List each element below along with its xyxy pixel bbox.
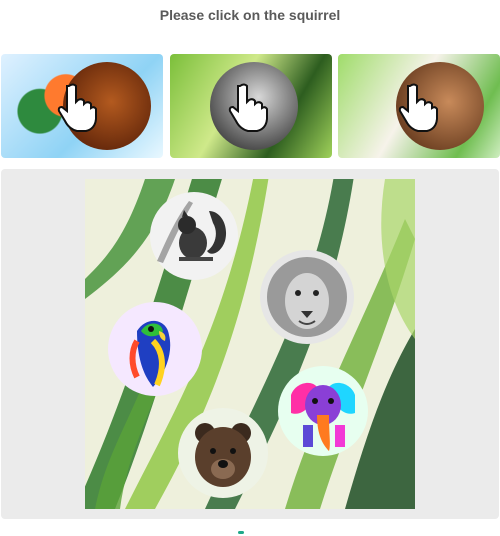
captcha-panel [1, 169, 499, 519]
pointer-hand-icon [398, 83, 438, 132]
pointer-hand-icon [57, 83, 97, 132]
captcha-prompt: Please click on the squirrel [159, 7, 341, 23]
bear-icon [178, 408, 268, 498]
example-image-1 [1, 54, 163, 158]
footer-indicator [238, 531, 244, 534]
elephant-icon [278, 366, 368, 456]
lion-option[interactable] [259, 249, 355, 345]
pointer-hand-icon [228, 83, 268, 132]
parrot-option[interactable] [107, 301, 203, 397]
squirrel-icon [150, 192, 238, 280]
squirrel-option[interactable] [149, 191, 239, 281]
captcha-canvas[interactable] [85, 179, 415, 509]
footer-strip [0, 526, 500, 536]
example-image-2 [170, 54, 332, 158]
parrot-icon [108, 302, 202, 396]
lion-icon [260, 250, 354, 344]
elephant-option[interactable] [277, 365, 369, 457]
example-image-3 [338, 54, 500, 158]
bear-option[interactable] [177, 407, 269, 499]
